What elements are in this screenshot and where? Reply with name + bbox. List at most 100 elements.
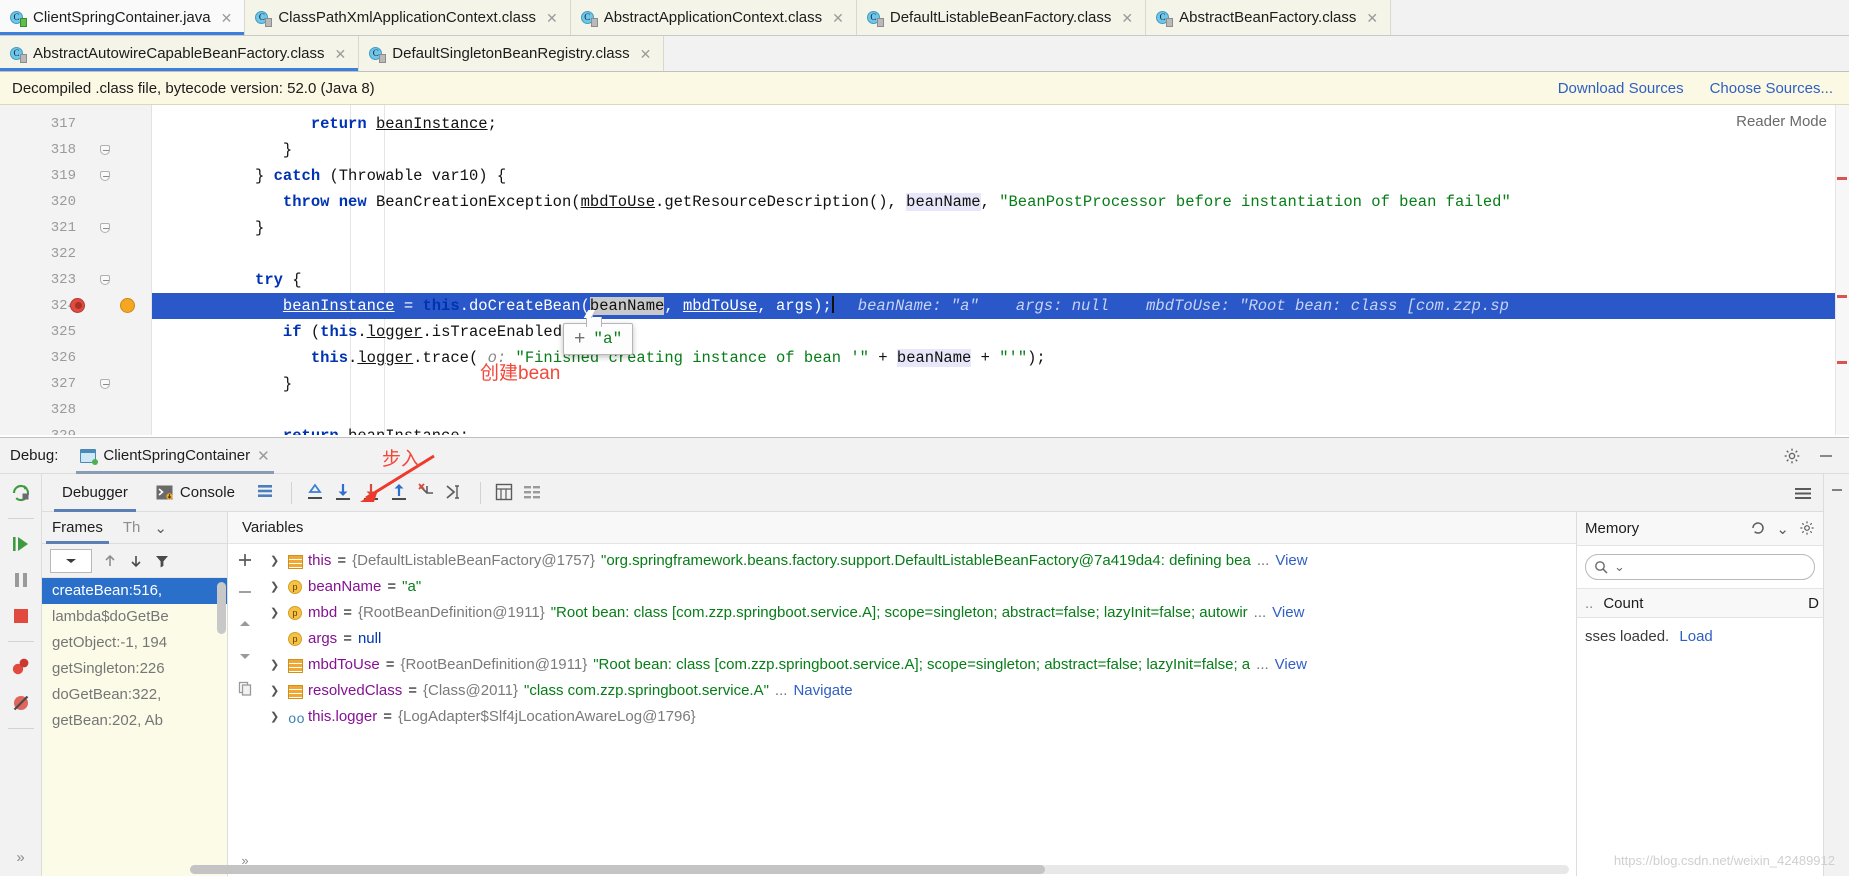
code-line[interactable]: } [152, 371, 1849, 397]
variable-row[interactable]: p args = null [262, 626, 1576, 652]
chevron-down-icon[interactable]: ⌄ [154, 519, 167, 537]
gutter-line[interactable]: 328 [0, 397, 152, 423]
gutter-line[interactable]: 324 [0, 293, 152, 319]
code-line[interactable]: return beanInstance; [152, 423, 1849, 435]
editor-tab[interactable]: C AbstractApplicationContext.class ✕ [570, 0, 857, 35]
code-line[interactable]: } [152, 137, 1849, 163]
frames-list[interactable]: createBean:516, lambda$doGetBe getObject:-… [42, 578, 227, 876]
layout-settings-icon[interactable] [255, 481, 279, 505]
reader-mode-label[interactable]: Reader Mode [1736, 113, 1827, 130]
editor-error-stripe[interactable] [1835, 105, 1849, 435]
editor-tab[interactable]: C AbstractAutowireCapableBeanFactory.clas… [0, 36, 360, 71]
code-fold-icon[interactable] [100, 275, 110, 285]
code-fold-icon[interactable] [100, 223, 110, 233]
rerun-icon[interactable] [10, 482, 32, 504]
code-fold-icon[interactable] [100, 171, 110, 181]
stop-program-icon[interactable] [10, 605, 32, 627]
editor-tab[interactable]: C DefaultListableBeanFactory.class ✕ [856, 0, 1147, 35]
view-breakpoints-icon[interactable] [10, 656, 32, 678]
memory-settings-icon[interactable] [1799, 520, 1815, 538]
tab-console[interactable]: Console [144, 474, 247, 512]
choose-sources-link[interactable]: Choose Sources... [1710, 80, 1833, 97]
close-icon[interactable]: ✕ [221, 11, 233, 25]
drop-frame-icon[interactable] [416, 481, 440, 505]
tab-threads[interactable]: Th [113, 512, 151, 544]
code-line[interactable]: this.logger.trace( o: "Finished creating… [152, 345, 1849, 371]
move-watch-up-icon[interactable] [237, 616, 253, 632]
frame-up-icon[interactable] [102, 553, 118, 569]
thread-selector-combo[interactable] [50, 548, 92, 573]
step-over-icon[interactable] [332, 481, 356, 505]
gutter-line[interactable]: 326 [0, 345, 152, 371]
move-watch-down-icon[interactable] [237, 648, 253, 664]
gutter-line[interactable]: 323 [0, 267, 152, 293]
run-to-cursor-icon[interactable] [444, 481, 468, 505]
code-line-current[interactable]: beanInstance = this.doCreateBean(beanNam… [152, 293, 1849, 319]
memory-load-link[interactable]: Load [1679, 628, 1712, 645]
frame-down-icon[interactable] [128, 553, 144, 569]
close-icon[interactable]: ✕ [335, 47, 347, 61]
code-line[interactable] [152, 397, 1849, 423]
copy-value-icon[interactable] [237, 680, 253, 696]
add-watch-icon[interactable] [237, 552, 253, 568]
variable-row[interactable]: ❯ resolvedClass = {Class@2011} "class com.zz… [262, 678, 1576, 704]
variable-action-link[interactable]: Navigate [793, 678, 852, 704]
editor-tab[interactable]: C DefaultSingletonBeanRegistry.class ✕ [359, 36, 665, 71]
close-icon[interactable]: ✕ [640, 47, 652, 61]
inline-debug-values[interactable]: beanName: "a" args: null mbdToUse: "Root… [858, 297, 1509, 315]
memory-column-count[interactable]: Count [1603, 595, 1643, 612]
variable-row[interactable]: ❯ this.logger = {LogAdapter$Slf4jLocationAw… [262, 704, 1576, 730]
breakpoint-icon[interactable] [70, 298, 85, 313]
variables-list[interactable]: ❯ this = {DefaultListableBeanFactory@1757} "… [262, 544, 1576, 876]
gutter-line[interactable]: 319 [0, 163, 152, 189]
debug-tabs-menu-icon[interactable] [1793, 483, 1823, 503]
chevron-down-icon[interactable]: ⌄ [1776, 520, 1789, 538]
filter-frames-icon[interactable] [154, 553, 170, 569]
variable-row[interactable]: ❯ this = {DefaultListableBeanFactory@1757} "… [262, 548, 1576, 574]
variable-action-link[interactable]: View [1272, 600, 1304, 626]
frame-list-item[interactable]: getBean:202, Ab [42, 708, 227, 734]
code-line[interactable]: } [152, 215, 1849, 241]
code-line[interactable] [152, 241, 1849, 267]
chevron-right-icon[interactable]: ❯ [270, 600, 282, 626]
chevron-right-icon[interactable]: ❯ [270, 678, 282, 704]
gutter-line[interactable]: 327 [0, 371, 152, 397]
code-fold-icon[interactable] [100, 145, 110, 155]
hide-panel-icon[interactable] [1829, 482, 1845, 498]
variable-row[interactable]: ❯ mbdToUse = {RootBeanDefinition@1911} "Root… [262, 652, 1576, 678]
settings-gear-icon[interactable] [1783, 447, 1801, 465]
code-line[interactable]: return beanInstance; [152, 111, 1849, 137]
code-editor[interactable]: 317318319320321322323324325326327328329 … [0, 105, 1849, 435]
chevron-right-icon[interactable]: ❯ [270, 574, 282, 600]
variable-action-link[interactable]: View [1275, 548, 1307, 574]
debug-session-tab[interactable]: ClientSpringContainer ✕ [70, 438, 279, 474]
variable-row[interactable]: ❯ p mbd = {RootBeanDefinition@1911} "Root bea… [262, 600, 1576, 626]
close-icon[interactable]: ✕ [546, 11, 558, 25]
close-icon[interactable]: ✕ [257, 447, 270, 465]
gutter-line[interactable]: 321 [0, 215, 152, 241]
frame-list-item[interactable]: createBean:516, [42, 578, 227, 604]
frames-scrollbar[interactable] [217, 582, 226, 634]
frame-list-item[interactable]: doGetBean:322, [42, 682, 227, 708]
code-line[interactable]: if (this.logger.isTraceEnabled()) { [152, 319, 1849, 345]
tab-debugger[interactable]: Debugger [50, 474, 140, 512]
evaluate-expression-icon[interactable] [493, 481, 517, 505]
editor-gutter[interactable]: 317 318 319 320 321 322 323 324 325 326 327 328 329 [0, 105, 152, 435]
memory-column-diff[interactable]: D [1808, 595, 1823, 612]
code-line[interactable]: try { [152, 267, 1849, 293]
close-icon[interactable]: ✕ [832, 11, 844, 25]
variables-horizontal-scrollbar[interactable] [190, 865, 1569, 874]
gutter-line[interactable]: 318 [0, 137, 152, 163]
close-icon[interactable]: ✕ [1366, 11, 1378, 25]
step-out-icon[interactable] [388, 481, 412, 505]
more-actions-icon[interactable]: » [16, 849, 24, 876]
chevron-right-icon[interactable]: ❯ [270, 652, 282, 678]
editor-tab[interactable]: C ClientSpringContainer.java ✕ [0, 0, 246, 35]
download-sources-link[interactable]: Download Sources [1558, 80, 1684, 97]
code-line[interactable]: } catch (Throwable var10) { [152, 163, 1849, 189]
gutter-line[interactable]: 325 [0, 319, 152, 345]
editor-tab[interactable]: C AbstractBeanFactory.class ✕ [1146, 0, 1392, 35]
remove-watch-icon[interactable] [237, 584, 253, 600]
settings-list-icon[interactable] [521, 481, 545, 505]
memory-search-input[interactable]: ⌄ [1585, 554, 1815, 580]
